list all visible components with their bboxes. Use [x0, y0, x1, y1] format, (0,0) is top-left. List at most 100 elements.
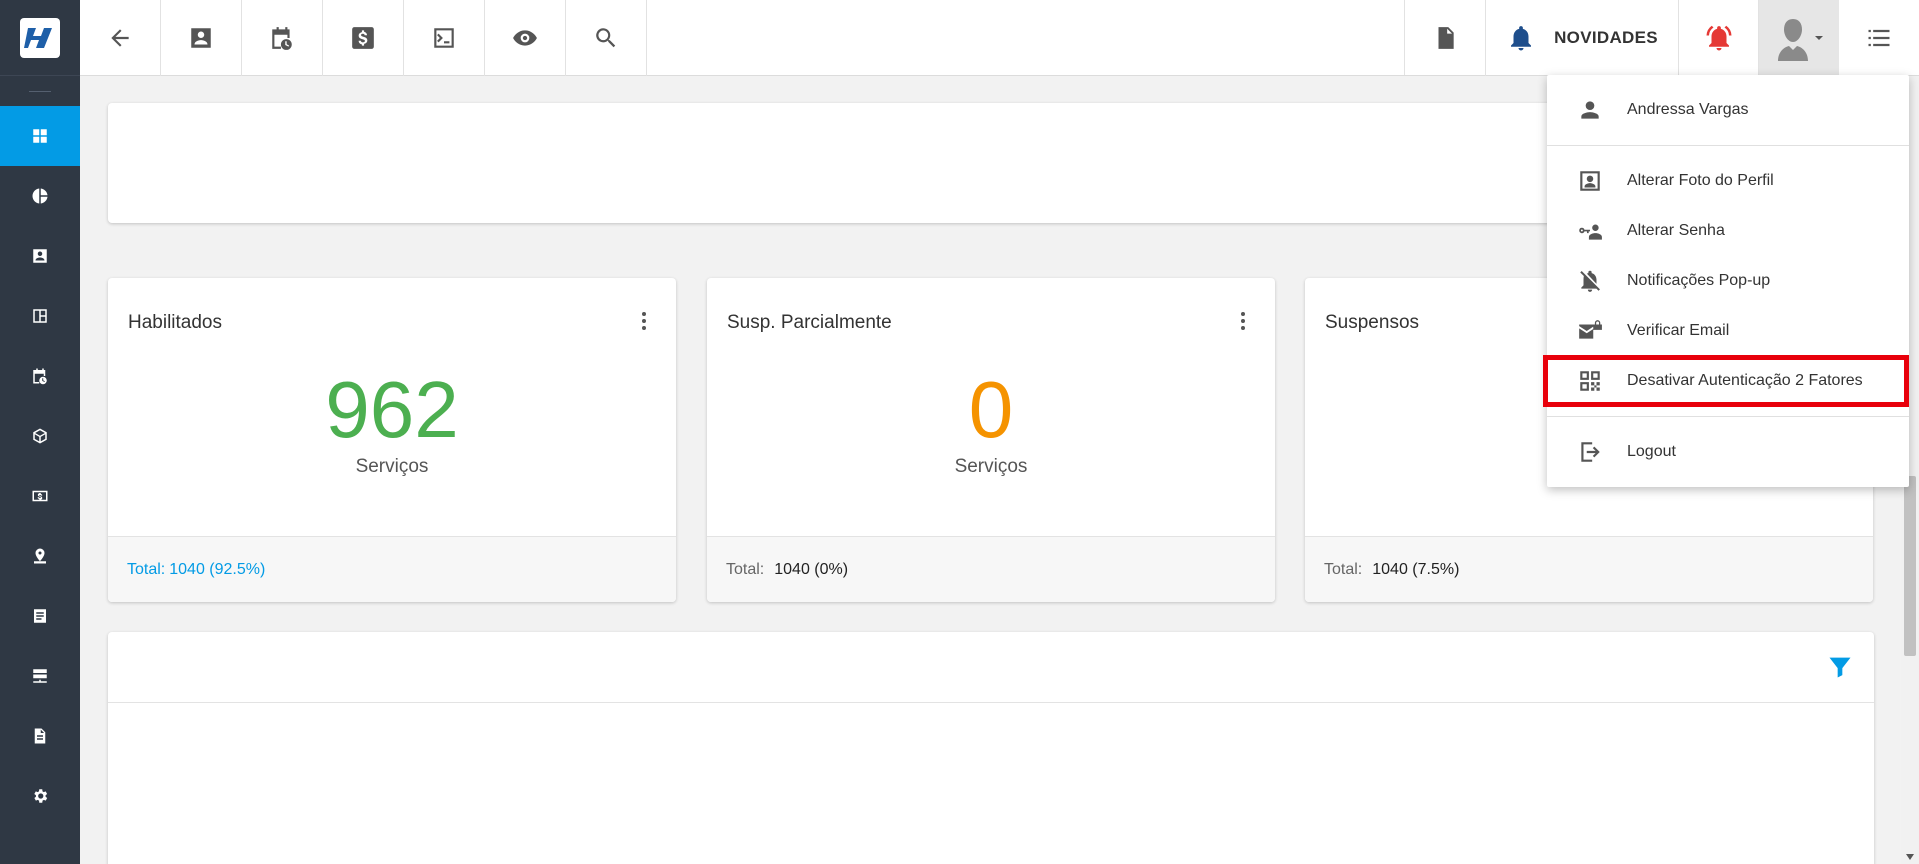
card-options-button[interactable] — [632, 309, 656, 338]
popup-notifications-item[interactable]: Notificações Pop-up — [1547, 256, 1909, 306]
card-options-button[interactable] — [1231, 309, 1255, 338]
view-button[interactable] — [485, 0, 566, 76]
card-value: 0 — [968, 365, 1014, 454]
arrow-left-icon — [111, 29, 129, 47]
more-vertical-icon — [1241, 311, 1245, 330]
change-photo-item[interactable]: Alterar Foto do Perfil — [1547, 156, 1909, 206]
terminal-button[interactable] — [404, 0, 485, 76]
bell-icon — [1511, 26, 1532, 51]
menu-item-label: Notificações Pop-up — [1627, 272, 1771, 289]
sidebar-item-settings[interactable] — [0, 766, 80, 826]
portrait-icon — [1580, 171, 1600, 191]
menu-item-label: Logout — [1627, 443, 1676, 460]
qrcode-icon — [1580, 371, 1600, 391]
avatar — [1778, 19, 1808, 61]
footer-label: Total: — [127, 560, 166, 578]
toolbar-spacer — [647, 0, 1405, 75]
money-icon — [32, 490, 48, 502]
sidebar-item-board[interactable] — [0, 286, 80, 346]
logout-icon — [1581, 442, 1600, 462]
logout-item[interactable]: Logout — [1547, 427, 1909, 477]
scroll-down-arrow[interactable] — [1906, 854, 1914, 860]
more-vertical-icon — [642, 311, 646, 330]
card-value: 962 — [325, 365, 459, 454]
card-subtitle: Serviços — [954, 456, 1028, 477]
card-title: Suspensos — [1325, 312, 1420, 333]
sidebar-item-products[interactable] — [0, 406, 80, 466]
card-footer: Total: 1040 (7.5%) — [1305, 536, 1873, 602]
menu-button[interactable] — [1839, 0, 1919, 76]
change-password-item[interactable]: Alterar Senha — [1547, 206, 1909, 256]
footer-value: 1040 (0%) — [774, 560, 849, 578]
card-footer: Total: 1040 (0%) — [707, 536, 1275, 602]
box-icon — [33, 428, 47, 444]
sidebar-item-schedule[interactable] — [0, 346, 80, 406]
key-user-icon — [1579, 224, 1602, 240]
footer-value: 1040 (7.5%) — [1372, 560, 1460, 578]
user-name-item: Andressa Vargas — [1547, 85, 1909, 135]
contact-card-icon — [191, 28, 211, 48]
bottom-panel — [108, 632, 1874, 864]
top-toolbar: NOVIDADES — [80, 0, 1919, 76]
menu-item-label: Verificar Email — [1627, 322, 1730, 339]
email-lock-icon — [1579, 320, 1602, 339]
map-pin-icon — [34, 548, 46, 564]
sidebar — [0, 0, 80, 864]
footer-label: Total: — [1324, 560, 1363, 578]
list-box-icon — [34, 609, 46, 623]
novidades-button[interactable]: NOVIDADES — [1486, 0, 1679, 76]
eye-icon — [513, 30, 537, 46]
scrollbar-thumb[interactable] — [1904, 476, 1916, 656]
schedule-button[interactable] — [242, 0, 323, 76]
filter-icon[interactable] — [1826, 653, 1854, 681]
dashboard-icon — [33, 129, 47, 143]
pie-chart-icon — [32, 188, 48, 204]
calendar-clock-icon — [272, 27, 292, 50]
sidebar-item-reports[interactable] — [0, 166, 80, 226]
gear-icon — [34, 789, 48, 803]
sidebar-item-map[interactable] — [0, 526, 80, 586]
logo-container[interactable] — [0, 0, 80, 76]
contact-button[interactable] — [161, 0, 242, 76]
novidades-label: NOVIDADES — [1554, 28, 1658, 47]
pdf-button[interactable] — [1405, 0, 1486, 76]
sidebar-divider — [0, 76, 80, 106]
footer-label: Total: — [726, 560, 765, 578]
back-button[interactable] — [80, 0, 161, 76]
disable-2fa-item[interactable]: Desativar Autenticação 2 Fatores — [1543, 355, 1909, 407]
card-habilitados: Habilitados 962 Serviços Total: 1040 (92… — [108, 278, 676, 602]
menu-item-label: Alterar Senha — [1627, 222, 1725, 239]
sidebar-item-clients[interactable] — [0, 226, 80, 286]
finance-button[interactable] — [323, 0, 404, 76]
calendar-clock-icon — [33, 368, 47, 385]
user-menu-button[interactable] — [1759, 0, 1839, 76]
pdf-file-icon — [1438, 27, 1454, 49]
terminal-icon — [434, 28, 454, 48]
bell-ring-icon — [1706, 25, 1731, 51]
card-susp-parcialmente: Susp. Parcialmente 0 Serviços Total: 104… — [707, 278, 1275, 602]
sidebar-item-network[interactable] — [0, 646, 80, 706]
search-button[interactable] — [566, 0, 647, 76]
user-dropdown-menu: Andressa Vargas Alterar Foto do Perfil A… — [1543, 75, 1909, 487]
card-footer: Total: 1040 (92.5%) — [108, 536, 676, 602]
person-icon — [1581, 101, 1599, 119]
card-subtitle: Serviços — [355, 456, 429, 477]
menu-divider — [1547, 416, 1909, 417]
menu-item-label: Alterar Foto do Perfil — [1627, 172, 1774, 189]
search-icon — [596, 28, 616, 48]
document-icon — [34, 728, 46, 744]
sidebar-item-list[interactable] — [0, 586, 80, 646]
dollar-icon — [352, 27, 374, 49]
user-name: Andressa Vargas — [1627, 101, 1749, 118]
card-title: Susp. Parcialmente — [727, 312, 892, 333]
verify-email-item[interactable]: Verificar Email — [1547, 306, 1909, 356]
footer-value: 1040 (92.5%) — [169, 560, 266, 578]
sidebar-item-finance[interactable] — [0, 466, 80, 526]
sidebar-item-documents[interactable] — [0, 706, 80, 766]
menu-divider — [1547, 145, 1909, 146]
sidebar-item-dashboard[interactable] — [0, 106, 80, 166]
app-logo — [20, 17, 60, 58]
server-icon — [33, 669, 47, 683]
contact-card-icon — [33, 249, 47, 263]
alarm-button[interactable] — [1679, 0, 1759, 76]
